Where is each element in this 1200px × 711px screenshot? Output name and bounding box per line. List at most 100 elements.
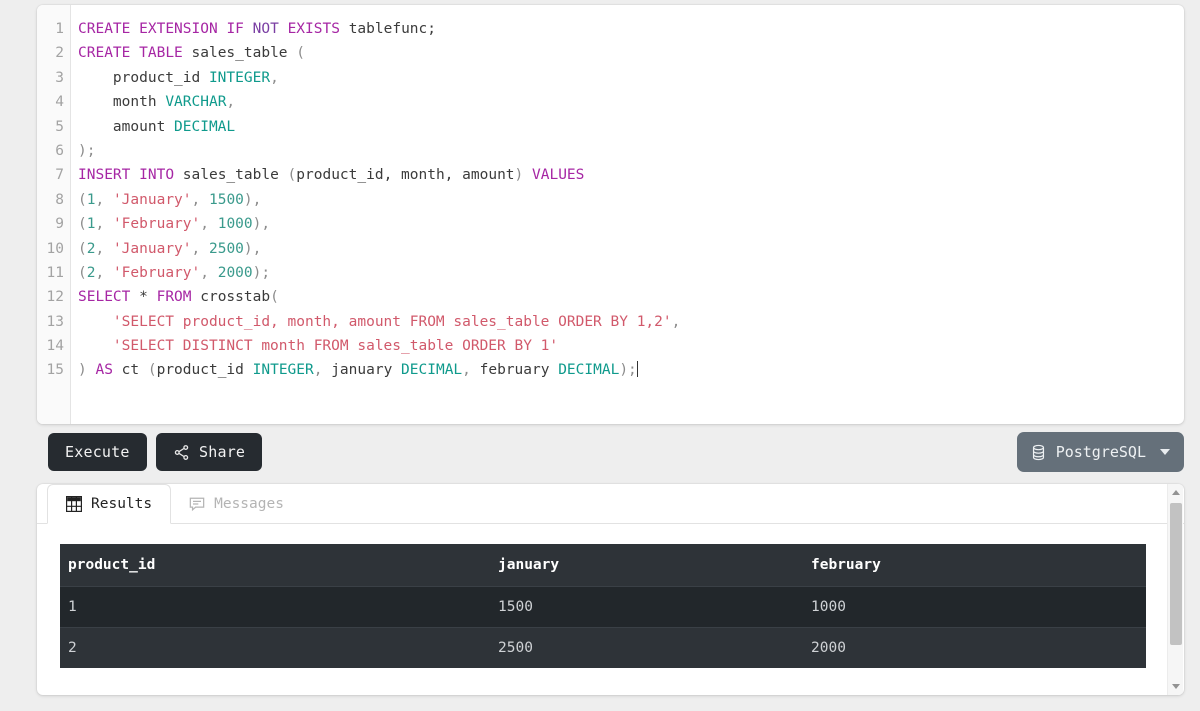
line-number: 8 [55,191,64,208]
cell-january: 2500 [490,627,803,668]
code-token: crosstab [191,289,271,306]
database-select[interactable]: PostgreSQL [1016,432,1184,472]
code-line[interactable]: CREATE TABLE sales_table ( [78,41,1184,65]
code-token: ( [270,289,279,306]
code-token: AS [95,362,113,379]
code-line[interactable]: (1, 'January', 1500), [78,188,1184,212]
code-token: ) [78,142,87,159]
code-line[interactable]: ) AS ct (product_id INTEGER, january DEC… [78,358,1184,382]
code-token: ( [296,45,306,62]
code-token: product_id [78,69,209,86]
code-line[interactable]: amount DECIMAL [78,115,1184,139]
line-number: 15 [46,362,64,379]
line-number: 9 [55,216,64,233]
tab-messages-label: Messages [214,495,284,512]
code-token: EXISTS [287,21,340,37]
code-line[interactable]: (2, 'February', 2000); [78,261,1184,285]
line-number: 14 [46,338,64,355]
code-token: FROM [156,289,192,306]
line-number: 4 [55,94,64,111]
code-token: january [331,362,402,379]
code-token: , [95,191,113,208]
results-vertical-scrollbar[interactable] [1167,484,1183,695]
code-token: tablefunc; [339,21,436,37]
code-line[interactable]: SELECT * FROM crosstab( [78,285,1184,309]
column-header-january[interactable]: january [490,544,803,587]
execute-button[interactable]: Execute [48,433,147,471]
code-token: ) [514,167,524,184]
sql-editor-card[interactable]: 1 2 3 4 5 6 7 8 9 10 11 12 13 14 15 CREATE EXTENSION I… [37,5,1184,424]
database-select-label: PostgreSQL [1055,443,1146,461]
results-table-wrapper: product_id january february 1 1500 1000 … [37,524,1184,668]
code-line[interactable]: ); [78,139,1184,163]
code-token: 'January' [112,191,192,208]
code-token: INTO [139,167,175,184]
table-row: 2 2500 2000 [60,627,1146,668]
code-token: 1000 [217,216,253,233]
code-token: INTEGER [252,362,314,379]
code-line[interactable]: 'SELECT product_id, month, amount FROM s… [78,310,1184,334]
line-number: 5 [55,118,64,135]
code-token: SELECT [78,289,131,306]
code-token: CREATE [78,21,131,37]
text-cursor [636,361,638,378]
code-token: amount [78,118,175,135]
code-token: , [462,362,480,379]
code-line[interactable]: CREATE EXTENSION IF NOT EXISTS tablefunc… [78,17,1184,41]
tab-results[interactable]: Results [47,484,172,524]
code-line[interactable]: 'SELECT DISTINCT month FROM sales_table … [78,334,1184,358]
code-token: VARCHAR [165,94,227,111]
tab-messages[interactable]: Messages [171,484,302,523]
code-token: , [270,69,279,86]
code-token: EXTENSION [139,21,218,37]
table-row: 1 1500 1000 [60,586,1146,628]
line-number: 13 [46,313,64,330]
code-token: , [191,240,209,257]
cell-product-id: 2 [60,627,490,668]
code-token: ( [287,167,297,184]
code-token: TABLE [139,45,183,62]
execute-button-label: Execute [65,443,130,461]
code-token: ( [78,216,87,233]
code-line[interactable]: INSERT INTO sales_table (product_id, mon… [78,163,1184,187]
share-button-label: Share [199,443,246,461]
code-token: ); [619,362,637,379]
code-token: 'SELECT product_id, month, amount FROM s… [112,313,672,330]
share-button[interactable]: Share [156,433,263,471]
scrollbar-thumb[interactable] [1170,503,1182,645]
scroll-down-arrow-icon[interactable] [1168,678,1184,695]
results-table-head: product_id january february [60,544,1146,587]
code-token: february [479,362,559,379]
table-header-row: product_id january february [60,544,1146,587]
code-line[interactable]: month VARCHAR, [78,90,1184,114]
results-table: product_id january february 1 1500 1000 … [60,544,1146,668]
line-number: 3 [55,69,64,86]
results-table-body: 1 1500 1000 2 2500 2000 [60,586,1146,668]
scroll-up-arrow-icon[interactable] [1168,484,1184,501]
table-grid-icon [66,496,82,512]
code-token: , [200,216,218,233]
message-bubble-icon [189,496,205,512]
line-number: 1 [55,21,64,37]
code-token: 'February' [112,264,201,281]
code-token: DECIMAL [401,362,463,379]
line-number: 2 [55,45,64,62]
code-token: ; [86,142,96,159]
code-token: ( [78,264,87,281]
cell-february: 1000 [803,586,1146,628]
column-header-product-id[interactable]: product_id [60,544,490,587]
code-line[interactable]: (1, 'February', 1000), [78,212,1184,236]
code-token: ), [243,191,262,208]
code-line[interactable]: product_id INTEGER, [78,66,1184,90]
code-token: 2500 [208,240,244,257]
results-card: Results Messages product_id january febr… [37,484,1184,695]
cell-product-id: 1 [60,586,490,628]
sql-code-area[interactable]: CREATE EXTENSION IF NOT EXISTS tablefunc… [71,5,1184,424]
code-token: 'February' [112,216,201,233]
code-token: VALUES [532,167,585,184]
column-header-february[interactable]: february [803,544,1146,587]
code-line[interactable]: (2, 'January', 2500), [78,237,1184,261]
